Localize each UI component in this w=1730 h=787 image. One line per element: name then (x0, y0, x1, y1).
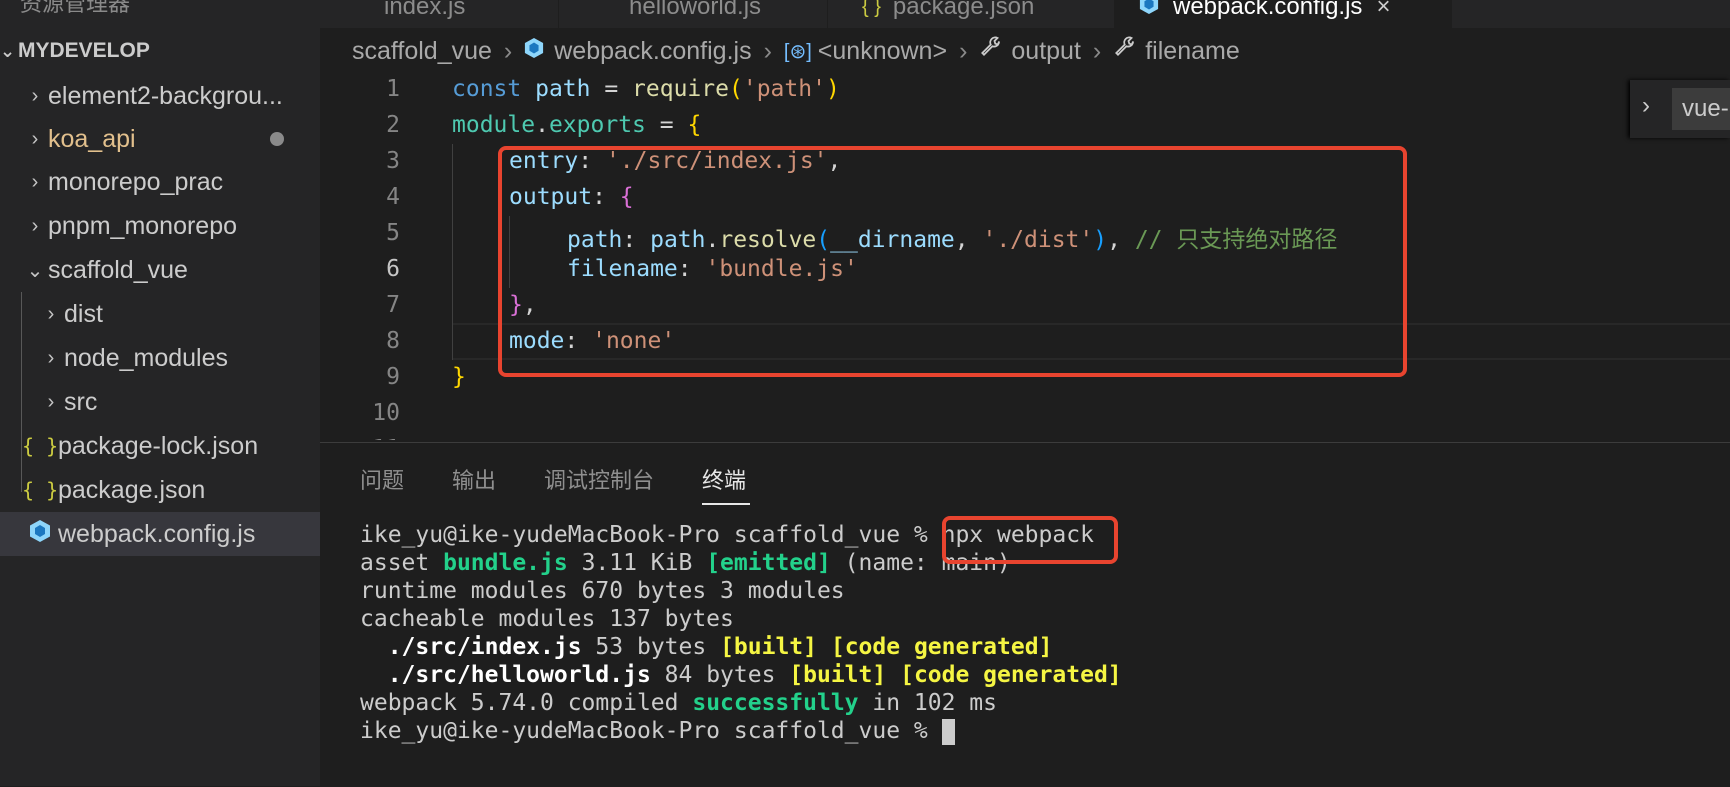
chevron-right-icon: › (503, 36, 513, 65)
code-line: 10 (320, 396, 1730, 432)
line-number: 2 (386, 112, 400, 138)
line-number: 4 (386, 184, 400, 210)
tree-item-folder[interactable]: › dist (0, 292, 320, 336)
find-input[interactable]: vue- (1672, 88, 1730, 130)
close-icon[interactable]: × (1376, 0, 1390, 21)
wrench-icon (1113, 36, 1137, 67)
tree-item-file[interactable]: { } package.json (0, 468, 320, 512)
chevron-right-icon: › (31, 170, 39, 193)
json-file-icon: { } (22, 478, 59, 502)
tree-item-folder[interactable]: › pnpm_monorepo (0, 204, 320, 248)
json-file-icon: { } (862, 0, 881, 18)
terminal-line: cacheable modules 137 bytes (360, 606, 734, 632)
tree-item-label: pnpm_monorepo (48, 211, 238, 240)
explorer-sidebar: 资源管理器 ⌄ MYDEVELOP › element2-backgrou... ›… (0, 0, 320, 786)
line-number: 3 (386, 148, 400, 174)
tab-problems[interactable]: 问题 (360, 463, 404, 495)
chevron-right-icon: › (31, 84, 39, 107)
tree-item-folder[interactable]: › node_modules (0, 336, 320, 380)
breadcrumb-item[interactable]: scaffold_vue (352, 37, 492, 66)
chevron-right-icon: › (763, 36, 772, 65)
webpack-file-icon (1139, 0, 1159, 22)
tree-item-folder[interactable]: › monorepo_prac (0, 160, 320, 204)
active-tab-underline (702, 503, 750, 505)
code-line: 2 module.exports = { (320, 108, 1730, 144)
tree-item-label: src (64, 387, 98, 416)
tree-item-label: element2-backgrou... (48, 81, 283, 110)
json-file-icon: { } (22, 434, 59, 458)
modified-dot-icon (270, 132, 284, 146)
tab-debug-console[interactable]: 调试控制台 (544, 463, 654, 495)
line-number: 6 (386, 256, 400, 282)
line-number: 9 (386, 364, 400, 390)
explorer-title: 资源管理器 (20, 0, 131, 16)
breadcrumb: scaffold_vue › webpack.config.js › [⊛] <… (352, 32, 1240, 70)
chevron-right-icon: › (1092, 36, 1102, 65)
breadcrumb-item[interactable]: filename (1145, 37, 1240, 66)
highlight-box-config (498, 146, 1407, 377)
tree-item-folder[interactable]: › element2-backgrou... (0, 74, 320, 118)
tab-label: package.json (892, 0, 1035, 20)
line-number: 5 (386, 220, 400, 246)
tree-item-label: scaffold_vue (48, 255, 188, 284)
tab-output[interactable]: 输出 (452, 463, 496, 495)
line-number: 8 (386, 328, 400, 354)
editor-tab-bar: index.js helloworld.js { } package.json w… (320, 0, 1730, 28)
line-number: 7 (386, 292, 400, 318)
webpack-file-icon (524, 37, 544, 66)
tab-webpack-config-js[interactable]: webpack.config.js × (1115, 0, 1452, 28)
chevron-right-icon: › (959, 36, 968, 65)
breadcrumb-item[interactable]: <unknown> (818, 37, 947, 66)
chevron-right-icon: › (47, 346, 55, 369)
tree-item-label: node_modules (64, 343, 229, 372)
tab-helloworld-js[interactable]: helloworld.js (559, 0, 828, 28)
chevron-right-icon: › (47, 302, 55, 325)
workspace-root-label: MYDEVELOP (18, 39, 150, 62)
tab-label: index.js (384, 0, 466, 20)
chevron-right-icon[interactable]: › (1642, 92, 1650, 120)
terminal-line: ./src/helloworld.js 84 bytes [built] [co… (387, 662, 1122, 688)
tab-label: webpack.config.js (1173, 0, 1363, 20)
webpack-file-icon (22, 519, 58, 550)
tab-label: helloworld.js (629, 0, 762, 20)
variable-icon: [⊛] (783, 40, 812, 63)
tab-terminal[interactable]: 终端 (702, 463, 746, 495)
terminal-line: webpack 5.74.0 compiled successfully in … (360, 690, 997, 716)
chevron-right-icon: › (31, 214, 39, 237)
highlight-box-command (942, 516, 1118, 564)
chevron-right-icon: › (47, 390, 55, 413)
tree-item-label: monorepo_prac (48, 167, 224, 196)
breadcrumb-item[interactable]: output (1011, 37, 1081, 66)
tree-item-file-selected[interactable]: webpack.config.js (0, 512, 320, 556)
wrench-icon (979, 36, 1003, 67)
tree-item-folder[interactable]: › src (0, 380, 320, 424)
chevron-down-icon: ⌄ (0, 40, 16, 61)
line-number: 1 (386, 76, 400, 102)
breadcrumb-item[interactable]: webpack.config.js (554, 37, 751, 66)
tree-item-folder[interactable]: › koa_api (0, 117, 320, 161)
terminal-line: runtime modules 670 bytes 3 modules (360, 578, 845, 604)
terminal-prompt-line[interactable]: ike_yu@ike-yudeMacBook-Pro scaffold_vue … (360, 718, 955, 746)
line-number: 10 (372, 400, 400, 426)
terminal-line: ./src/index.js 53 bytes [built] [code ge… (387, 634, 1053, 660)
tree-item-folder-open[interactable]: ⌄ scaffold_vue (0, 248, 320, 292)
terminal-line: asset bundle.js 3.11 KiB [emitted] (name… (360, 550, 1011, 576)
code-line: 1 const path = require('path') (320, 72, 1730, 108)
tree-item-label: dist (64, 299, 103, 328)
chevron-right-icon: › (31, 127, 39, 150)
terminal-cursor (941, 718, 955, 745)
tree-item-label: package.json (58, 475, 206, 504)
code-line: 11 (320, 432, 1730, 440)
tab-package-json[interactable]: { } package.json (828, 0, 1115, 28)
workspace-root[interactable]: ⌄ MYDEVELOP (0, 36, 150, 66)
tab-index-js[interactable]: index.js (320, 0, 559, 28)
tree-item-label: package-lock.json (58, 431, 259, 460)
tree-item-label: koa_api (48, 124, 136, 153)
tree-item-file[interactable]: { } package-lock.json (0, 424, 320, 468)
chevron-down-icon: ⌄ (26, 259, 44, 282)
find-widget[interactable]: › vue- (1630, 80, 1730, 138)
line-number: 11 (320, 436, 400, 440)
tree-item-label: webpack.config.js (58, 519, 256, 548)
